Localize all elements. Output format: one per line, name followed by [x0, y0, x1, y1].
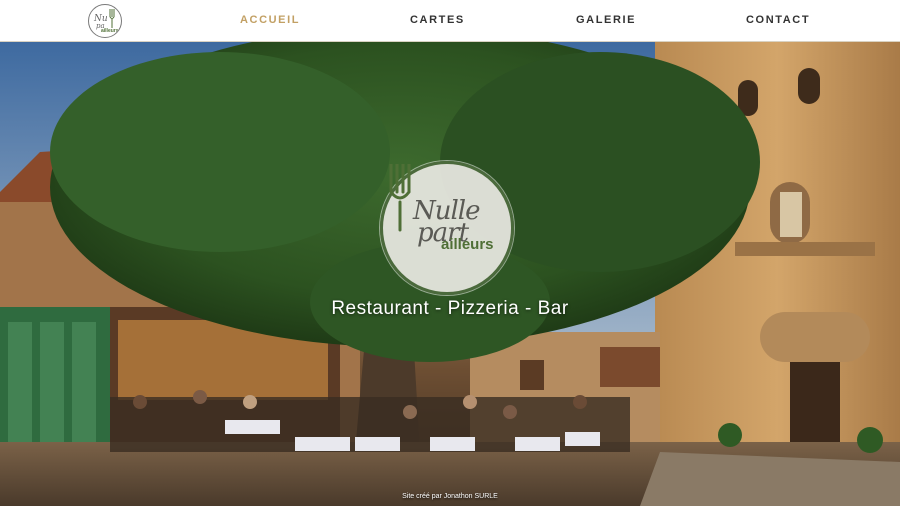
nav-contact[interactable]: CONTACT — [746, 14, 810, 26]
svg-text:ailleurs: ailleurs — [101, 28, 119, 34]
site-logo[interactable]: Nu pa ailleurs — [88, 4, 122, 38]
logo-word-ailleurs: ailleurs — [441, 236, 494, 253]
top-navbar: Nu pa ailleurs ACCUEIL CARTES GALERIE CO… — [0, 0, 900, 42]
logo-mark-icon: Nu pa ailleurs — [93, 9, 119, 34]
site-credit: Site créé par Jonathon SURLE — [402, 493, 498, 500]
nav-accueil[interactable]: ACCUEIL — [240, 14, 300, 26]
hero-tagline: Restaurant - Pizzeria - Bar — [331, 298, 569, 319]
hero-section: Nulle part ailleurs Restaurant - Pizzeri… — [0, 42, 900, 506]
nav-galerie[interactable]: GALERIE — [576, 14, 636, 26]
nav-cartes[interactable]: CARTES — [410, 14, 465, 26]
hero-logo: Nulle part ailleurs — [380, 161, 514, 295]
